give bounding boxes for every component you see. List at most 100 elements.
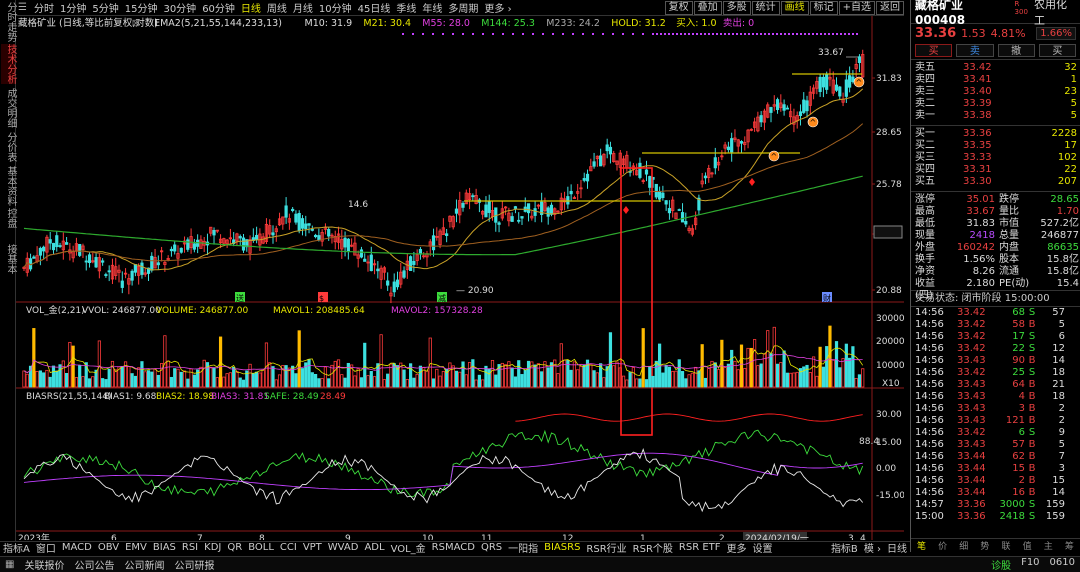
- panel-tab-0[interactable]: 笔: [917, 539, 926, 552]
- tick-row: 14:56 33.44 16 B 14: [915, 487, 1065, 498]
- trade-button-3[interactable]: 买: [1038, 44, 1076, 57]
- period-tab-2[interactable]: 5分钟: [89, 0, 121, 15]
- bids-row[interactable]: 买二 33.35 17: [911, 140, 1080, 152]
- indicator-tab-8[interactable]: QR: [224, 542, 245, 553]
- indicator-tab-20[interactable]: RSR个股: [630, 540, 676, 555]
- tick-list[interactable]: 14:56 33.42 68 S 57 14:56 33.42 58 B 5 14:56 33.42 1…: [911, 307, 1080, 523]
- status-link-3[interactable]: 公司研报: [169, 557, 219, 572]
- toolbar-button-1[interactable]: 叠加: [693, 0, 722, 15]
- grid-icon[interactable]: ▦: [0, 559, 19, 570]
- panel-tab-1[interactable]: 价: [938, 539, 947, 552]
- status-right-1[interactable]: F10: [1016, 557, 1044, 572]
- panel-tab-7[interactable]: 筹: [1065, 539, 1074, 552]
- bids-row[interactable]: 买四 33.31 22: [911, 164, 1080, 176]
- sidebar-item-4[interactable]: 基本资料: [1, 166, 16, 206]
- asks-row[interactable]: 卖四 33.41 1: [911, 74, 1080, 86]
- indicator-tab-21[interactable]: RSR ETF: [676, 542, 724, 553]
- indicator-tab-0[interactable]: 指标A: [0, 540, 33, 555]
- period-tab-6[interactable]: 日线: [238, 0, 264, 15]
- toolbar-button-0[interactable]: 复权: [664, 0, 693, 15]
- status-link-2[interactable]: 公司新闻: [119, 557, 169, 572]
- sidebar-item-2[interactable]: 成交明细: [1, 88, 16, 128]
- indicator-tab-17[interactable]: 一阳指: [505, 540, 541, 555]
- indicator-tab-13[interactable]: ADL: [361, 542, 387, 553]
- indicator-tab-16[interactable]: QRS: [478, 542, 505, 553]
- period-tab-7[interactable]: 周线: [264, 0, 290, 15]
- indicator-tab-2[interactable]: MACD: [59, 542, 95, 553]
- indicator-tab-12[interactable]: WVAD: [325, 542, 362, 553]
- asks-row[interactable]: 卖一 33.38 5: [911, 110, 1080, 122]
- indicator-tab-9[interactable]: BOLL: [245, 542, 277, 553]
- period-tab-0[interactable]: 分时: [31, 0, 57, 15]
- candle-body: [546, 207, 550, 217]
- indicator-tab-18[interactable]: BIASRS: [541, 542, 583, 553]
- toolbar-button-5[interactable]: 标记: [809, 0, 838, 15]
- panel-tab-2[interactable]: 细: [959, 539, 968, 552]
- asks-row[interactable]: 卖五 33.42 32: [911, 62, 1080, 74]
- panel-tab-5[interactable]: 值: [1023, 539, 1032, 552]
- indicator-tab-14[interactable]: VOL_金: [388, 540, 429, 555]
- sidebar-item-5[interactable]: 控盘: [1, 208, 16, 228]
- toolbar-button-4[interactable]: 画线: [780, 0, 809, 15]
- panel-tab-6[interactable]: 主: [1044, 539, 1053, 552]
- period-tab-5[interactable]: 60分钟: [199, 0, 238, 15]
- status-link-1[interactable]: 公司公告: [69, 557, 119, 572]
- asks-row[interactable]: 卖二 33.39 5: [911, 98, 1080, 110]
- panel-tab-3[interactable]: 势: [980, 539, 989, 552]
- period-tab-9[interactable]: 10分钟: [316, 0, 355, 15]
- period-tab-1[interactable]: 1分钟: [57, 0, 89, 15]
- indicator-tab-7[interactable]: KDJ: [201, 542, 224, 553]
- trade-button-0[interactable]: 买: [915, 44, 953, 57]
- status-right-2[interactable]: 0610: [1045, 557, 1080, 572]
- chart-area[interactable]: 藏格矿业 (日线,等比前复权,对数) ⊠ EMA2(5,21,55,144,23…: [16, 16, 904, 540]
- sidebar-item-0[interactable]: 分时走势: [1, 2, 16, 42]
- indicator-tab-3[interactable]: OBV: [95, 542, 122, 553]
- period-tab-8[interactable]: 月线: [290, 0, 316, 15]
- panel-tab-4[interactable]: 联: [1002, 539, 1011, 552]
- volume-bar: [851, 346, 855, 388]
- indicator-tab-22[interactable]: 更多: [724, 540, 750, 555]
- indicator-tab-5[interactable]: BIAS: [150, 542, 179, 553]
- toolbar-button-3[interactable]: 统计: [751, 0, 780, 15]
- indicator-tab-6[interactable]: RSI: [179, 542, 201, 553]
- period-tab-4[interactable]: 30分钟: [160, 0, 199, 15]
- bids-row[interactable]: 买三 33.33 102: [911, 152, 1080, 164]
- candle-body: [838, 86, 842, 97]
- sector-button[interactable]: 农用化工: [1034, 0, 1076, 28]
- candle-body: [271, 232, 275, 236]
- bids-row[interactable]: 买一 33.36 2228: [911, 128, 1080, 140]
- period-tab-3[interactable]: 15分钟: [122, 0, 161, 15]
- status-right-0[interactable]: 诊股: [986, 557, 1016, 572]
- status-link-0[interactable]: 关联报价: [19, 557, 69, 572]
- sidebar-item-3[interactable]: 分价表: [1, 132, 16, 162]
- bottom-right-btn-0[interactable]: 指标B: [828, 540, 861, 555]
- period-tab-12[interactable]: 年线: [419, 0, 445, 15]
- toolbar-button-2[interactable]: 多股: [722, 0, 751, 15]
- volume-bar: [284, 365, 288, 388]
- toolbar-button-6[interactable]: +自选: [838, 0, 875, 15]
- indicator-tab-11[interactable]: VPT: [300, 542, 325, 553]
- info-item-8: HOLD: 31.2: [611, 18, 666, 29]
- period-tab-11[interactable]: 季线: [393, 0, 419, 15]
- bids-row[interactable]: 买五 33.30 207: [911, 176, 1080, 188]
- sidebar-item-6[interactable]: 接基本: [1, 244, 16, 274]
- trade-button-2[interactable]: 撤: [997, 44, 1035, 57]
- bottom-right-btn-2[interactable]: 日线: [884, 540, 910, 555]
- indicator-tab-4[interactable]: EMV: [122, 542, 150, 553]
- indicator-tab-15[interactable]: RSMACD: [429, 542, 478, 553]
- toolbar-button-7[interactable]: 返回: [876, 0, 904, 15]
- sidebar-item-1[interactable]: 技术分析: [1, 44, 16, 84]
- menu-icon[interactable]: ☰: [16, 2, 31, 13]
- candle-body: [857, 56, 862, 63]
- period-tab-13[interactable]: 多周期: [445, 0, 481, 15]
- indicator-tab-10[interactable]: CCI: [277, 542, 300, 553]
- trade-button-1[interactable]: 卖: [956, 44, 994, 57]
- indicator-tab-1[interactable]: 窗口: [33, 540, 59, 555]
- asks-row[interactable]: 卖三 33.40 23: [911, 86, 1080, 98]
- period-tab-10[interactable]: 45日线: [355, 0, 394, 15]
- candle-body: [592, 161, 596, 167]
- period-tab-14[interactable]: 更多 ›: [481, 0, 514, 15]
- indicator-tab-23[interactable]: 设置: [750, 540, 776, 555]
- indicator-tab-19[interactable]: RSR行业: [583, 540, 629, 555]
- bottom-right-btn-1[interactable]: 模 ›: [861, 540, 884, 555]
